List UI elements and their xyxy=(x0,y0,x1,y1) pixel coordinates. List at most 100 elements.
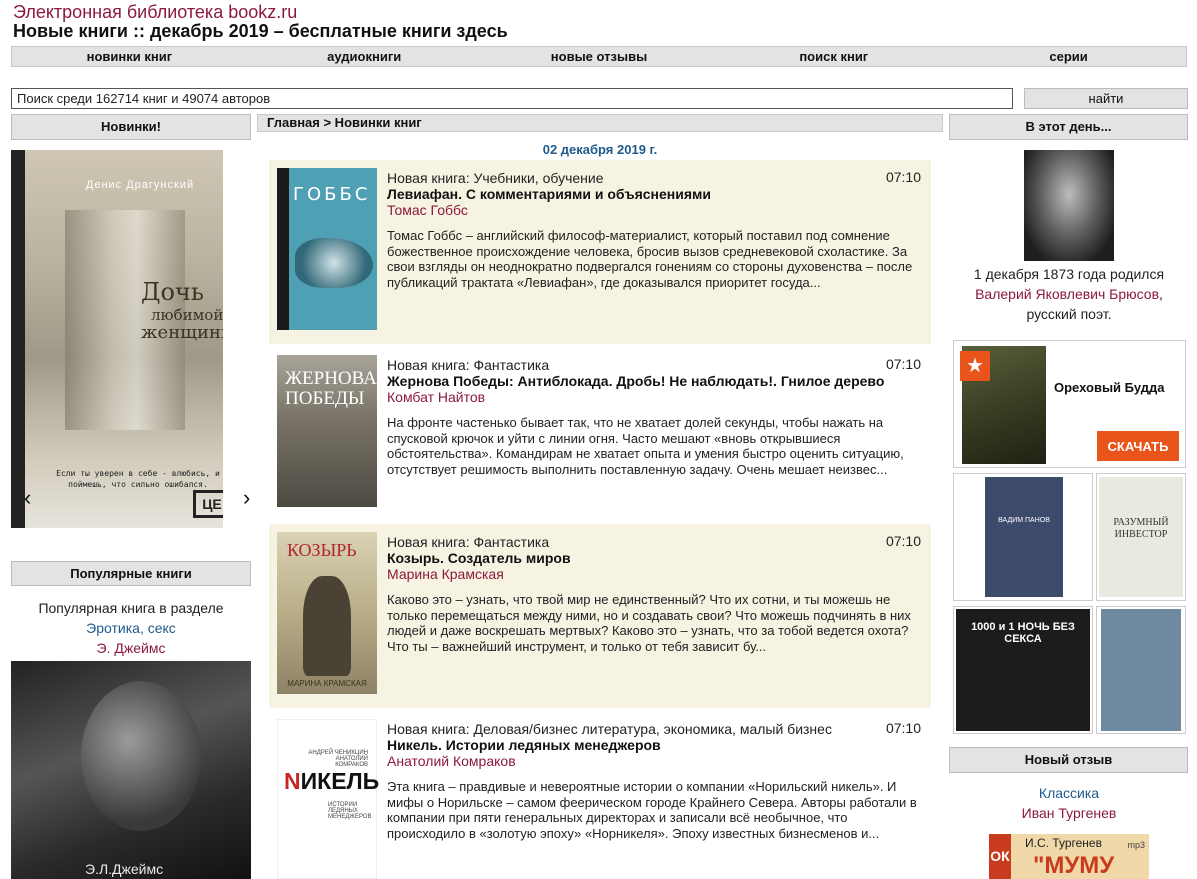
review-author-link[interactable]: Иван Тургенев xyxy=(950,803,1188,823)
cover-title: РАЗУМНЫЙ ИНВЕСТОР xyxy=(1113,517,1169,540)
book-description: Томас Гоббс – английский философ-материа… xyxy=(387,228,913,290)
on-this-day-comma: , xyxy=(1159,286,1163,302)
cover-authors: АНДРЕЙ ЧЕНИКЦИН АНАТОЛИЙ КОМРАКОВ xyxy=(308,750,368,768)
slider-left-strip xyxy=(11,150,25,528)
top-navigation: новинки книг аудиокниги новые отзывы пои… xyxy=(11,46,1187,67)
book-time: 07:10 xyxy=(885,356,921,372)
cover-title: ГОББС xyxy=(293,184,371,205)
book-entry: КОЗЫРЬ МАРИНА КРАМСКАЯ Новая книга: Фант… xyxy=(269,524,931,708)
popular-books-header: Популярные книги xyxy=(11,561,251,586)
popular-genre-link[interactable]: Эротика, секс xyxy=(11,618,251,638)
on-this-day-person-link[interactable]: Валерий Яковлевич Брюсов xyxy=(975,286,1159,302)
popular-cover-author: Э.Л.Джеймс xyxy=(85,861,164,877)
cover-author: ВАДИМ ПАНОВ xyxy=(998,517,1050,524)
book-author-link[interactable]: Анатолий Комраков xyxy=(387,753,516,769)
book-title-link[interactable]: Никель. Истории ледяных менеджеров xyxy=(387,737,661,753)
publisher-logo-icon: ЦЕ xyxy=(193,490,223,518)
book-entry: ГОББС Новая книга: Учебники, обучение 07… xyxy=(269,160,931,344)
book-cover[interactable]: ЖЕРНОВА ПОБЕДЫ xyxy=(277,355,377,507)
cover-spine xyxy=(277,168,289,330)
slider-book-quote: Если ты уверен в себе - влюбись, и пойме… xyxy=(56,469,220,489)
book-thumbnail[interactable]: 1000 и 1 НОЧЬ БЕЗ СЕКСА xyxy=(953,606,1093,734)
book-genre: Новая книга: Деловая/бизнес литература, … xyxy=(387,721,832,737)
slider-book-cover[interactable]: Денис Драгунский Дочь любимой женщины Ес… xyxy=(25,150,223,528)
page-heading: Новые книги :: декабрь 2019 – бесплатные… xyxy=(13,21,508,41)
cover-format: mp3 xyxy=(1127,840,1145,850)
promo-card: ★ Ореховый Будда СКАЧАТЬ xyxy=(953,340,1186,468)
popular-book-caption: Популярная книга в разделе xyxy=(38,600,224,616)
slider-prev-arrow-icon[interactable]: ‹ xyxy=(24,485,31,511)
book-time: 07:10 xyxy=(885,720,921,736)
new-review-header: Новый отзыв xyxy=(949,747,1188,773)
slider-book-title-line3: женщины xyxy=(141,322,223,343)
book-author-link[interactable]: Комбат Найтов xyxy=(387,389,485,405)
book-cover[interactable]: КОЗЫРЬ МАРИНА КРАМСКАЯ xyxy=(277,532,377,694)
review-genre-link[interactable]: Классика xyxy=(950,783,1188,803)
nav-new-reviews[interactable]: новые отзывы xyxy=(482,47,717,66)
book-title-link[interactable]: Жернова Победы: Антиблокада. Дробь! Не н… xyxy=(387,373,884,389)
book-entry: АНДРЕЙ ЧЕНИКЦИН АНАТОЛИЙ КОМРАКОВ NИКЕЛЬ… xyxy=(269,711,931,879)
on-this-day-info: 1 декабря 1873 года родился Валерий Яков… xyxy=(950,264,1188,324)
cover-illustration xyxy=(303,576,351,676)
cover-title: КОЗЫРЬ xyxy=(287,540,357,560)
cover-title-first-letter: N xyxy=(284,768,301,794)
review-book-cover[interactable]: ОК И.С. Тургенев "МУМУ mp3 xyxy=(989,834,1149,879)
site-title[interactable]: Электронная библиотека bookz.ru xyxy=(13,2,297,23)
cover-title: NИКЕЛЬ xyxy=(284,768,379,795)
book-author-link[interactable]: Марина Крамская xyxy=(387,566,504,582)
cover-spine: ОК xyxy=(989,834,1011,879)
cover-title: ЖЕРНОВА ПОБЕДЫ xyxy=(285,368,377,409)
popular-book-cover[interactable]: Э.Л.Джеймс xyxy=(11,661,251,879)
nav-series[interactable]: серии xyxy=(951,47,1186,66)
on-this-day-description: русский поэт. xyxy=(1026,306,1112,322)
book-author-link[interactable]: Томас Гоббс xyxy=(387,202,468,218)
cover-title: 1000 и 1 НОЧЬ БЕЗ СЕКСА xyxy=(971,621,1075,645)
slider-book-author: Денис Драгунский xyxy=(85,179,195,191)
book-title-link[interactable]: Левиафан. С комментариями и объяснениями xyxy=(387,186,711,202)
book-description: Эта книга – правдивые и невероятные исто… xyxy=(387,779,917,841)
author-portrait[interactable] xyxy=(1024,150,1114,261)
breadcrumb[interactable]: Главная > Новинки книг xyxy=(257,114,943,132)
popular-author-link[interactable]: Э. Джеймс xyxy=(11,638,251,658)
book-cover[interactable]: АНДРЕЙ ЧЕНИКЦИН АНАТОЛИЙ КОМРАКОВ NИКЕЛЬ… xyxy=(277,719,379,879)
book-description: На фронте частенько бывает так, что не х… xyxy=(387,415,904,477)
nav-new-books[interactable]: новинки книг xyxy=(12,47,247,66)
book-time: 07:10 xyxy=(885,169,921,185)
book-thumbnail[interactable]: РАЗУМНЫЙ ИНВЕСТОР xyxy=(1096,473,1186,601)
cover-image: РАЗУМНЫЙ ИНВЕСТОР xyxy=(1099,477,1183,597)
cover-image: 1000 и 1 НОЧЬ БЕЗ СЕКСА xyxy=(956,609,1090,731)
slider-next-arrow-icon[interactable]: › xyxy=(243,485,250,511)
search-input[interactable] xyxy=(11,88,1013,109)
cover-image: ВАДИМ ПАНОВ xyxy=(985,477,1063,597)
cover-subtitle: ИСТОРИИ ЛЕДЯНЫХ МЕНЕДЖЕРОВ xyxy=(328,802,372,820)
book-thumbnail[interactable] xyxy=(1096,606,1186,734)
popular-book-info: Популярная книга в разделе Эротика, секс… xyxy=(11,598,251,658)
cover-image xyxy=(1101,609,1181,731)
book-thumbnail[interactable]: ВАДИМ ПАНОВ xyxy=(953,473,1093,601)
new-review-info: Классика Иван Тургенев xyxy=(950,783,1188,823)
book-title-link[interactable]: Козырь. Создатель миров xyxy=(387,550,571,566)
book-cover[interactable]: ГОББС xyxy=(277,168,377,330)
new-books-header: Новинки! xyxy=(11,114,251,140)
book-description: Каково это – узнать, что твой мир не еди… xyxy=(387,592,911,654)
cover-illustration xyxy=(295,238,373,288)
book-genre: Новая книга: Учебники, обучение xyxy=(387,170,604,186)
cover-illustration xyxy=(81,681,201,831)
new-books-slider: Денис Драгунский Дочь любимой женщины Ес… xyxy=(11,150,251,528)
search-button[interactable]: найти xyxy=(1024,88,1188,109)
book-genre: Новая книга: Фантастика xyxy=(387,357,550,373)
cover-author: И.С. Тургенев xyxy=(1025,836,1102,850)
on-this-day-header: В этот день... xyxy=(949,114,1188,140)
book-entry: ЖЕРНОВА ПОБЕДЫ Новая книга: Фантастика 0… xyxy=(269,347,931,519)
slider-book-title-line1: Дочь xyxy=(141,278,204,306)
cover-title-rest: ИКЕЛЬ xyxy=(300,768,380,794)
date-heading: 02 декабря 2019 г. xyxy=(542,142,658,157)
book-genre: Новая книга: Фантастика xyxy=(387,534,550,550)
download-button[interactable]: СКАЧАТЬ xyxy=(1097,431,1179,461)
nav-book-search[interactable]: поиск книг xyxy=(716,47,951,66)
cover-author: МАРИНА КРАМСКАЯ xyxy=(287,679,367,688)
on-this-day-date: 1 декабря 1873 года родился xyxy=(973,266,1165,282)
star-icon: ★ xyxy=(960,351,990,381)
nav-audiobooks[interactable]: аудиокниги xyxy=(247,47,482,66)
promo-book-title[interactable]: Ореховый Будда xyxy=(1054,380,1164,395)
